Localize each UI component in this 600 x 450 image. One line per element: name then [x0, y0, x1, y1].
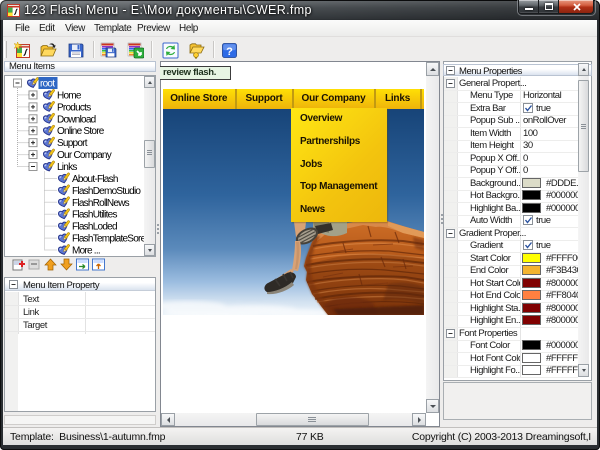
svg-text:Download: Download [57, 114, 96, 125]
svg-text:About-Flash: About-Flash [72, 174, 118, 185]
svg-text:Home: Home [57, 90, 82, 101]
svg-text:FlashDemoStudio: FlashDemoStudio [72, 186, 141, 197]
svg-text:Support: Support [57, 138, 88, 149]
svg-text:FlashLoded: FlashLoded [72, 222, 117, 233]
svg-text:?: ? [226, 46, 233, 58]
svg-text:Links: Links [57, 162, 77, 173]
svg-text:Products: Products [57, 102, 91, 113]
svg-text:root: root [40, 79, 55, 90]
svg-text:FlashRollNews: FlashRollNews [72, 198, 130, 209]
svg-text:Online Store: Online Store [57, 126, 105, 137]
svg-text:FlashTemplateSore: FlashTemplateSore [72, 234, 147, 245]
svg-text:FlashUtilites: FlashUtilites [72, 210, 117, 221]
svg-text:Our Company: Our Company [57, 150, 112, 161]
svg-text:More ...: More ... [72, 246, 100, 256]
